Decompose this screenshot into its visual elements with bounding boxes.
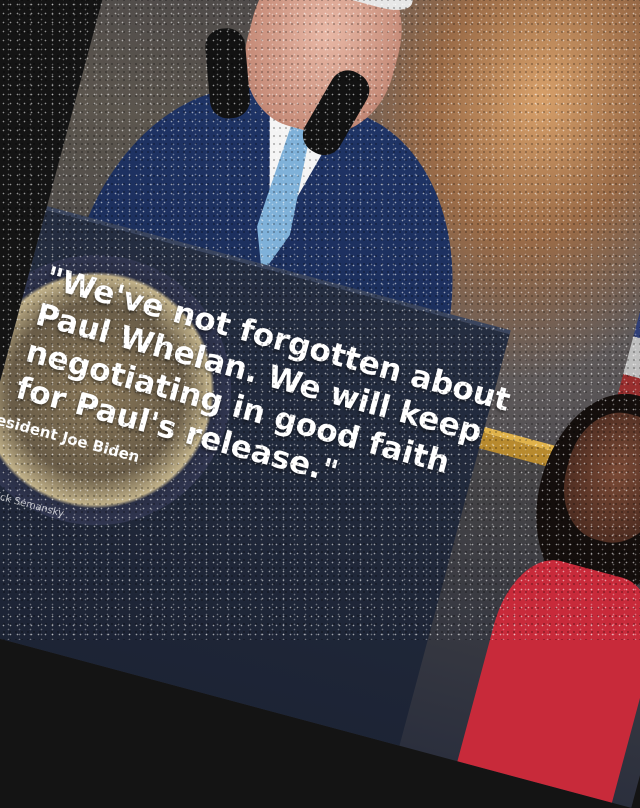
photo-credit: oto/Patrick Semansky <box>0 481 66 520</box>
quote-text: "We've not forgotten about Paul Whelan. … <box>12 259 515 491</box>
